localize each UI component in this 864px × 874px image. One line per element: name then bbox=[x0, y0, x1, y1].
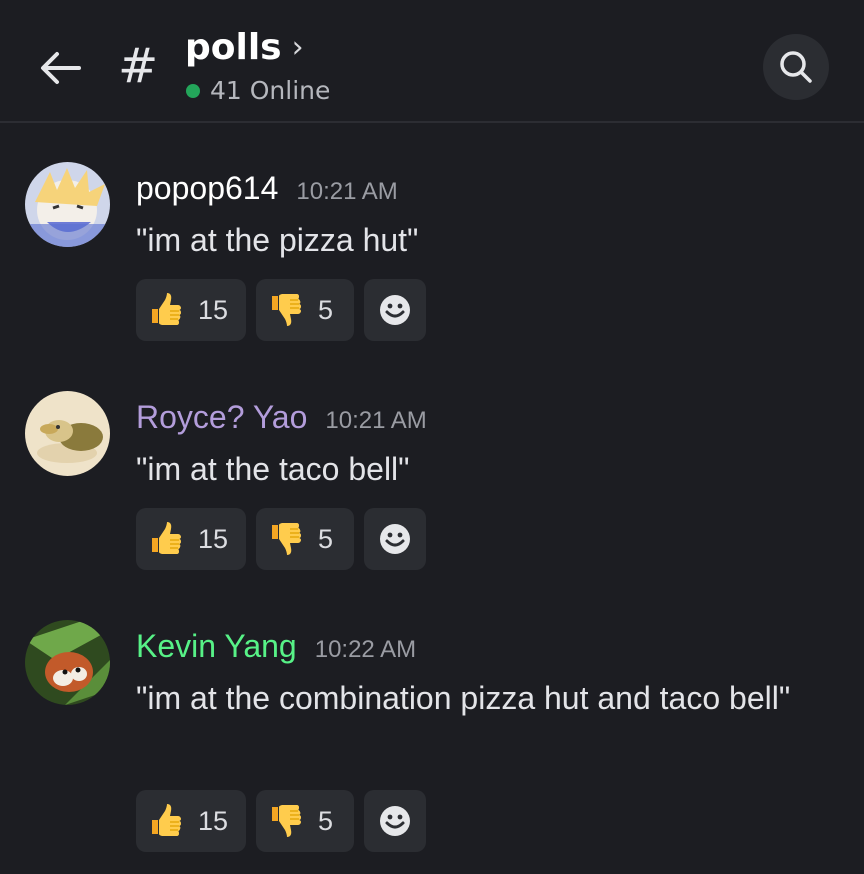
smiley-icon bbox=[378, 804, 412, 838]
reaction-count: 15 bbox=[198, 805, 229, 836]
reaction-thumbs-down[interactable]: 5 bbox=[256, 279, 354, 341]
reaction-count: 15 bbox=[198, 294, 229, 325]
add-reaction-button[interactable] bbox=[364, 790, 426, 852]
channel-header: # polls › 41 Online bbox=[0, 0, 864, 123]
reaction-thumbs-down[interactable]: 5 bbox=[256, 508, 354, 570]
reaction-count: 5 bbox=[318, 805, 334, 836]
channel-title-button[interactable]: polls › bbox=[185, 26, 304, 70]
username[interactable]: Kevin Yang bbox=[136, 626, 297, 666]
message-text: "im at the taco bell" bbox=[136, 451, 410, 487]
chevron-right-icon: › bbox=[291, 30, 304, 65]
online-count: 41 Online bbox=[210, 76, 331, 105]
username[interactable]: Royce? Yao bbox=[136, 397, 307, 437]
thumbs-down-icon bbox=[271, 804, 302, 838]
channel-name: polls bbox=[185, 27, 282, 68]
reaction-thumbs-up[interactable]: 15 bbox=[136, 790, 246, 852]
message-text: "im at the combination pizza hut and tac… bbox=[136, 680, 791, 716]
add-reaction-button[interactable] bbox=[364, 508, 426, 570]
username[interactable]: popop614 bbox=[136, 168, 278, 208]
reactions-row: 15 5 bbox=[136, 279, 426, 341]
thumbs-up-icon bbox=[151, 292, 182, 326]
reactions-row: 15 5 bbox=[136, 508, 426, 570]
add-reaction-button[interactable] bbox=[364, 279, 426, 341]
avatar[interactable] bbox=[25, 620, 110, 705]
reaction-thumbs-down[interactable]: 5 bbox=[256, 790, 354, 852]
message-header: popop614 10:21 AM bbox=[136, 168, 398, 208]
message-text: "im at the pizza hut" bbox=[136, 222, 419, 258]
thumbs-up-icon bbox=[151, 521, 182, 555]
thumbs-down-icon bbox=[271, 293, 302, 327]
timestamp: 10:22 AM bbox=[314, 636, 417, 663]
back-button[interactable] bbox=[36, 44, 84, 92]
arrow-left-icon bbox=[41, 52, 81, 84]
reaction-count: 5 bbox=[318, 523, 334, 554]
search-icon bbox=[780, 51, 812, 83]
hash-icon: # bbox=[118, 38, 159, 94]
online-dot-icon bbox=[186, 84, 200, 98]
reaction-thumbs-up[interactable]: 15 bbox=[136, 279, 246, 341]
timestamp: 10:21 AM bbox=[325, 407, 427, 434]
reaction-count: 5 bbox=[318, 294, 334, 325]
online-status: 41 Online bbox=[186, 76, 330, 106]
smiley-icon bbox=[378, 293, 412, 327]
thumbs-up-icon bbox=[151, 803, 182, 837]
smiley-icon bbox=[378, 522, 412, 556]
reactions-row: 15 5 bbox=[136, 790, 426, 852]
reaction-thumbs-up[interactable]: 15 bbox=[136, 508, 246, 570]
avatar[interactable] bbox=[25, 391, 110, 476]
thumbs-down-icon bbox=[271, 522, 302, 556]
avatar[interactable] bbox=[25, 162, 110, 247]
message-header: Kevin Yang 10:22 AM bbox=[136, 626, 416, 666]
search-button[interactable] bbox=[763, 34, 829, 100]
reaction-count: 15 bbox=[198, 523, 229, 554]
timestamp: 10:21 AM bbox=[296, 178, 398, 205]
message-header: Royce? Yao 10:21 AM bbox=[136, 397, 427, 437]
